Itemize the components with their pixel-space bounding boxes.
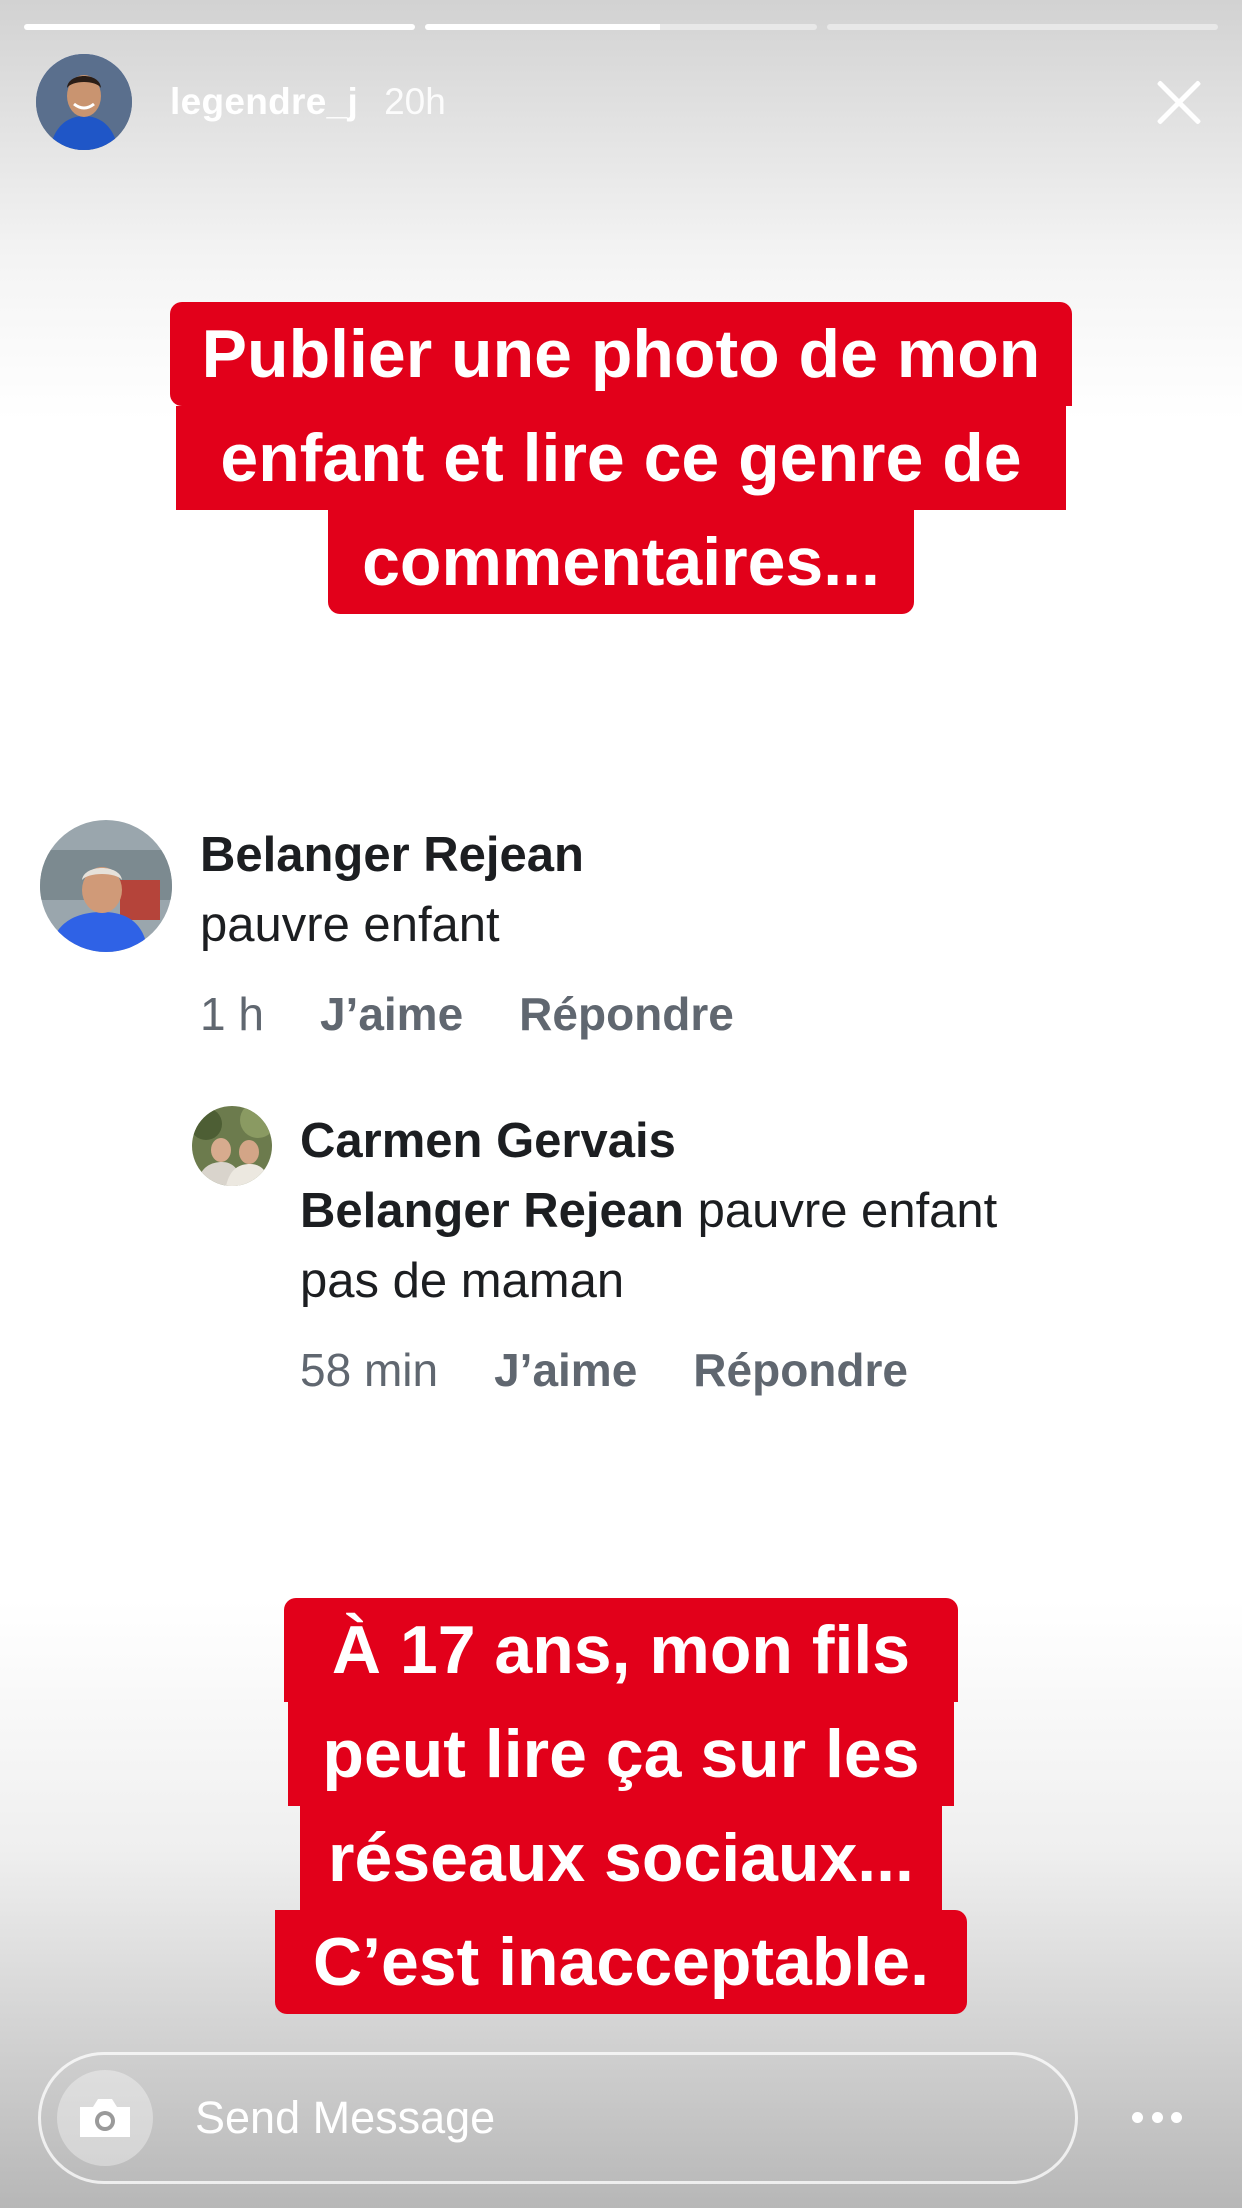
progress-segment-3 [826, 24, 1218, 30]
reply-mention[interactable]: Belanger Rejean [300, 1184, 684, 1238]
comment-actions: 1 h J’aime Répondre [200, 984, 734, 1044]
caption-top-line-1: Publier une photo de mon [169, 302, 1073, 406]
close-icon[interactable] [1146, 69, 1212, 135]
like-button[interactable]: J’aime [320, 984, 463, 1044]
profile-avatar[interactable] [36, 54, 132, 150]
comment-author[interactable]: Belanger Rejean [200, 820, 734, 890]
comment-text: pauvre enfant [200, 898, 500, 952]
caption-top: Publier une photo de mon enfant et lire … [0, 302, 1242, 614]
caption-bottom: À 17 ans, mon fils peut lire ça sur les … [0, 1598, 1242, 2014]
progress-fill-2 [425, 24, 661, 30]
reply-button[interactable]: Répondre [519, 984, 734, 1044]
caption-bottom-line-3: réseaux sociaux... [300, 1806, 942, 1910]
story-header: legendre_j 20h [36, 54, 1212, 150]
comment-reply: Carmen Gervais Belanger Rejean pauvre en… [192, 1106, 1202, 1406]
caption-bottom-line-4: C’est inacceptable. [274, 1910, 968, 2014]
message-bar [38, 2052, 1078, 2184]
commenter-avatar[interactable] [40, 820, 172, 952]
reply-like-button[interactable]: J’aime [494, 1340, 637, 1400]
comment-1: Belanger Rejean pauvre enfant 1 h J’aime… [40, 820, 1200, 1060]
comment-time: 1 h [200, 988, 264, 1040]
reply-reply-button[interactable]: Répondre [693, 1340, 908, 1400]
send-message-input[interactable] [195, 2092, 995, 2144]
caption-top-line-2: enfant et lire ce genre de [176, 406, 1066, 510]
camera-icon[interactable] [57, 2070, 153, 2166]
reply-text-line-2: pas de maman [300, 1254, 625, 1308]
more-horizontal-icon[interactable] [1132, 2092, 1182, 2142]
reply-time: 58 min [300, 1344, 439, 1396]
story-progress [24, 24, 1218, 30]
story-time: 20h [384, 81, 446, 122]
reply-actions: 58 min J’aime Répondre [300, 1340, 997, 1400]
caption-bottom-line-2: peut lire ça sur les [288, 1702, 954, 1806]
reply-text: pauvre enfant [697, 1184, 998, 1238]
progress-segment-2 [425, 24, 817, 30]
progress-fill-1 [24, 24, 416, 30]
replier-avatar[interactable] [192, 1106, 272, 1186]
reply-author[interactable]: Carmen Gervais [300, 1106, 997, 1176]
caption-bottom-line-1: À 17 ans, mon fils [283, 1598, 959, 1702]
progress-segment-1 [24, 24, 416, 30]
caption-top-line-3: commentaires... [328, 510, 914, 614]
story-username[interactable]: legendre_j [170, 81, 358, 123]
